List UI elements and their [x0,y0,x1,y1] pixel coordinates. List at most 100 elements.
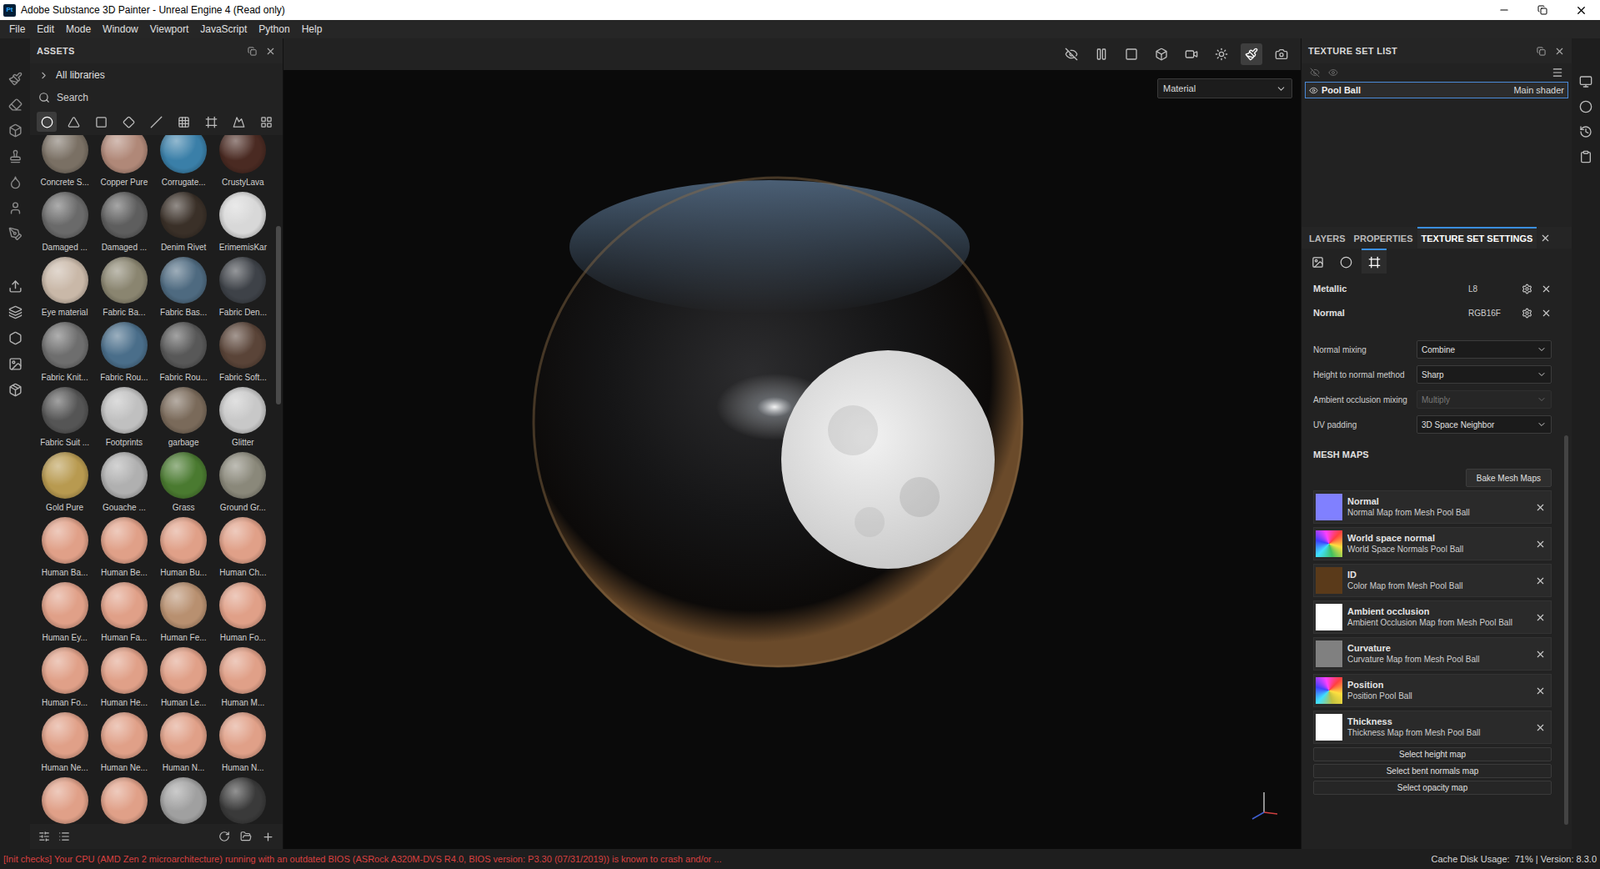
folder-icon[interactable] [240,830,252,843]
viewport-tool[interactable] [1090,43,1113,66]
mesh-map-row[interactable]: World space normalWorld Space Normals Po… [1313,526,1552,561]
viewport-tool[interactable] [1270,43,1293,66]
close-tab-icon[interactable] [1539,232,1551,244]
close-icon[interactable] [1554,45,1565,57]
filter-button[interactable] [200,111,221,132]
asset-tile[interactable]: Fabric Den... [213,253,273,319]
viewport-tool[interactable] [1120,43,1143,66]
projection-icon[interactable] [8,123,23,138]
asset-tile[interactable]: Gouache ... [94,448,154,514]
layers-icon[interactable] [8,305,23,320]
scroll-thumb[interactable] [1564,435,1569,824]
float-icon[interactable] [247,46,257,56]
asset-tile[interactable] [154,773,214,824]
asset-tile[interactable]: Human Be... [94,513,154,579]
filter-button[interactable] [228,111,249,132]
panel-tab[interactable]: PROPERTIES [1349,226,1418,249]
eraser-icon[interactable] [8,97,23,112]
remove-icon[interactable] [1534,685,1546,697]
mesh-map-row[interactable]: NormalNormal Map from Mesh Pool Ball [1313,490,1552,524]
menu-item[interactable]: Python [252,21,296,37]
paintbrush-icon[interactable] [8,71,23,86]
add-icon[interactable] [261,830,275,843]
asset-tile[interactable]: Human Fo... [213,578,273,644]
menu-item[interactable]: File [3,21,31,37]
history-icon[interactable] [1579,125,1593,139]
mesh-map-row[interactable]: ThicknessThickness Map from Mesh Pool Ba… [1313,710,1552,744]
settings-scrollbar[interactable] [1559,273,1572,849]
refresh-icon[interactable] [218,830,231,843]
gear-icon[interactable] [1521,283,1533,295]
minimize-button[interactable] [1484,0,1524,21]
select-map-button[interactable]: Select opacity map [1313,780,1552,795]
smudge-icon[interactable] [8,175,23,190]
gear-icon[interactable] [1521,307,1533,319]
select-map-button[interactable]: Select height map [1313,747,1552,762]
mesh-map-row[interactable]: Ambient occlusionAmbient Occlusion Map f… [1313,600,1552,634]
asset-tile[interactable]: Human N... [154,708,214,774]
asset-tile[interactable]: Human Le... [154,643,214,709]
asset-tile[interactable]: Corrugate... [154,135,214,189]
close-icon[interactable] [265,45,276,57]
asset-tile[interactable]: Human Fa... [94,578,154,644]
clone-icon[interactable] [8,149,23,164]
asset-tile[interactable]: Damaged ... [35,188,95,254]
asset-tile[interactable]: Human Fe... [154,578,214,644]
filter-button[interactable] [91,111,112,132]
close-button[interactable] [1561,0,1600,21]
panel-tab[interactable]: LAYERS [1304,226,1350,249]
asset-tile[interactable]: Eye material [35,253,95,319]
mesh-map-row[interactable]: IDColor Map from Mesh Pool Ball [1313,563,1552,597]
visible-icon[interactable] [1309,85,1319,96]
remove-icon[interactable] [1540,307,1552,319]
asset-tile[interactable]: Glitter [213,383,273,449]
log-icon[interactable] [1579,150,1593,164]
hide-icon[interactable] [1309,67,1320,78]
search-field[interactable]: Search [30,86,283,109]
bake-button[interactable]: Bake Mesh Maps [1465,468,1552,487]
float-icon[interactable] [1536,46,1546,56]
viewport-tool[interactable] [1240,43,1263,66]
picker-icon[interactable] [8,200,23,216]
select-map-button[interactable]: Select bent normals map [1313,763,1552,778]
asset-tile[interactable]: Footprints [94,383,154,449]
viewport-mode-dropdown[interactable]: Material [1157,78,1293,99]
asset-tile[interactable]: Fabric Rou... [94,318,154,384]
asset-tile[interactable]: Human Ch... [213,513,273,579]
display-icon[interactable] [1579,75,1593,89]
asset-tile[interactable] [35,773,95,824]
asset-tile[interactable]: ErimemisKar [213,188,273,254]
viewport[interactable]: Material [283,70,1301,849]
package-icon[interactable] [8,382,23,397]
asset-tile[interactable]: Human Ey... [35,578,95,644]
bake-icon[interactable] [8,331,23,346]
menu-item[interactable]: Mode [60,21,97,37]
scroll-thumb[interactable] [275,225,281,405]
filter-button[interactable] [119,111,140,132]
viewport-tool[interactable] [1210,43,1233,66]
menu-item[interactable]: Help [295,21,329,37]
asset-tile[interactable]: Ground Gr... [213,448,273,514]
asset-tile[interactable]: garbage [154,383,214,449]
asset-tile[interactable]: Human N... [213,708,273,774]
remove-icon[interactable] [1534,722,1546,733]
asset-tile[interactable]: CrustyLava [213,135,273,189]
asset-tile[interactable] [213,773,273,824]
menu-icon[interactable] [1551,66,1564,79]
remove-icon[interactable] [1534,575,1546,587]
settings-list-icon[interactable] [38,830,51,843]
remove-icon[interactable] [1534,611,1546,623]
viewport-tool[interactable] [1150,43,1173,66]
menu-item[interactable]: Window [96,21,145,37]
remove-icon[interactable] [1534,501,1546,513]
texture-set-item[interactable]: Pool BallMain shader [1304,81,1569,99]
asset-tile[interactable]: Gold Pure [35,448,95,514]
viewport-tool[interactable] [1180,43,1203,66]
menu-item[interactable]: JavaScript [194,21,253,37]
asset-tile[interactable]: Human Ne... [35,708,95,774]
filter-button[interactable] [64,111,85,132]
pen-icon[interactable] [8,226,23,241]
asset-tile[interactable]: Human Fo... [35,643,95,709]
setting-dropdown[interactable]: Sharp [1416,365,1552,384]
settings-tab[interactable] [1304,248,1330,274]
